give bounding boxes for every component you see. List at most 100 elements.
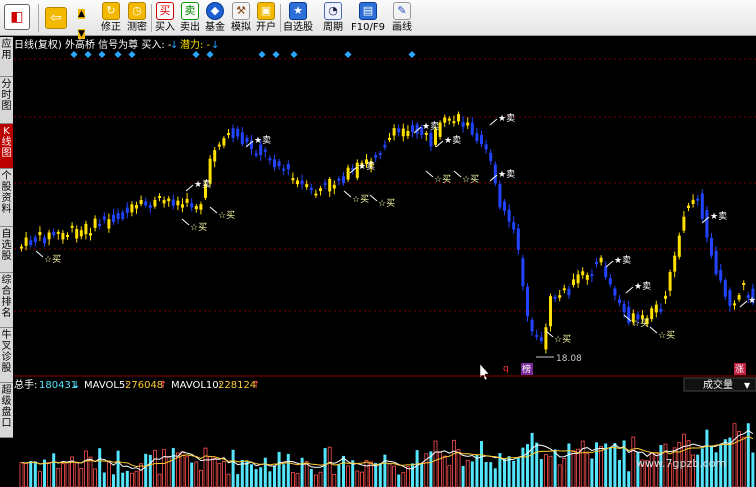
volume-bar: [130, 472, 134, 487]
candle-body: [153, 200, 157, 207]
signal-diamond: [98, 50, 106, 59]
mouse-cursor-icon: [479, 363, 490, 381]
volume-bar: [503, 458, 506, 487]
volume-bar: [217, 462, 222, 487]
maichu-button[interactable]: 卖 卖出: [178, 1, 202, 35]
candle-body: [185, 198, 189, 203]
candle-body: [75, 229, 79, 239]
kline-chart[interactable]: 日线(复权) 外高桥 信号为尊 买入: - ↓ 潜力: - ↓ ☆买☆买☆买☆买…: [14, 37, 756, 487]
arrow-up-icon[interactable]: ▲: [78, 9, 85, 19]
app-logo-button[interactable]: ◧: [2, 1, 32, 35]
volume-bar: [484, 461, 488, 487]
side-tab-gegu-ziliao[interactable]: 个股资料: [0, 169, 13, 227]
candle-body: [319, 188, 322, 192]
volume-bar: [263, 457, 267, 487]
candle-body: [167, 198, 171, 202]
volume-bar: [562, 458, 567, 487]
cemi-button[interactable]: ◷ 测密: [125, 1, 149, 35]
side-tab-niucha-zhengu[interactable]: 牛叉诊股: [0, 328, 13, 383]
candle-body: [604, 266, 608, 278]
volume-bar: [507, 456, 511, 487]
sell-icon: 卖: [181, 2, 199, 20]
kaihu-button[interactable]: ▣ 开户: [254, 1, 278, 35]
volume-bar: [480, 441, 483, 487]
back-button[interactable]: ⇦: [44, 1, 68, 35]
refresh-icon: ↻: [102, 2, 120, 20]
candle-body: [378, 153, 382, 156]
volume-bar: [383, 454, 387, 487]
volume-bar: [56, 467, 61, 487]
jijin-button[interactable]: ◆ 基金: [203, 1, 227, 35]
sell-signal-label: ★卖: [194, 179, 211, 190]
candle-body: [194, 206, 198, 210]
candle-body: [125, 207, 129, 213]
candle-body: [498, 183, 502, 208]
volume-bar: [374, 462, 378, 487]
buy-signal-label: ☆买: [462, 174, 479, 185]
volume-bar: [74, 462, 79, 487]
volume-bar: [751, 452, 755, 487]
indicator-dropdown[interactable]: 成交量 ▼: [683, 377, 756, 392]
volume-bar: [231, 449, 235, 487]
side-tab-zonghe-paiming[interactable]: 综合排名: [0, 273, 13, 328]
volume-bar: [125, 470, 129, 487]
f10-button[interactable]: ▤ F10/F9: [351, 1, 385, 35]
candle-body: [516, 228, 520, 251]
side-tab-bar: 应用 分时图 K线图 个股资料 自选股 综合排名 牛叉诊股 超级盘口: [0, 37, 13, 487]
volume-bar: [535, 442, 539, 487]
candle-body: [213, 150, 217, 162]
volume-bar: [313, 474, 318, 487]
sell-signal-label: ★卖: [710, 211, 727, 222]
candle-body: [480, 135, 483, 145]
mairu-button[interactable]: 买 买入: [153, 1, 177, 35]
volume-bar: [33, 461, 37, 487]
sell-signal-arrow: [435, 140, 444, 148]
volume-bar: [553, 449, 557, 487]
volume-bar: [576, 448, 580, 487]
volume-bar: [19, 462, 24, 487]
side-tab-kxian[interactable]: K线图: [0, 124, 13, 169]
volume-bar: [451, 439, 456, 487]
volume-bar: [627, 471, 631, 487]
toolbar-separator: [280, 4, 281, 32]
candle-body: [493, 164, 497, 184]
buy-signal-label: ☆买: [378, 198, 395, 209]
volume-bar: [604, 443, 608, 487]
zhouqi-button[interactable]: ◔ 周期: [318, 1, 348, 35]
signal-diamond: [258, 50, 266, 59]
volume-bar: [548, 455, 553, 487]
candle-body: [245, 137, 249, 143]
volume-bar: [415, 450, 419, 487]
side-tab-yingyong[interactable]: 应用: [0, 37, 13, 77]
zixuangu-button[interactable]: ★ 自选股: [283, 1, 313, 35]
candle-body: [507, 209, 511, 222]
candle-body: [286, 164, 290, 170]
candle-body: [296, 180, 299, 185]
sell-signal-label: ★卖: [254, 135, 271, 146]
xiuzheng-button[interactable]: ↻ 修正: [98, 1, 124, 35]
candle-body: [650, 308, 654, 320]
volume-bar: [521, 447, 525, 487]
candle-body: [217, 144, 221, 147]
side-tab-fenshi[interactable]: 分时图: [0, 77, 13, 124]
moni-button[interactable]: ⚒ 模拟: [228, 1, 254, 35]
candle-body: [20, 246, 23, 249]
volume-bar: [273, 465, 276, 487]
side-tab-zixuangu[interactable]: 自选股: [0, 227, 13, 273]
candle-body: [668, 271, 672, 291]
candle-body: [484, 144, 488, 150]
volume-bar: [355, 470, 360, 487]
candle-body: [70, 225, 74, 228]
total-volume-label: 总手:: [14, 378, 37, 391]
candle-body: [553, 296, 557, 299]
clock-icon: ◷: [128, 2, 146, 20]
signal-diamond: [192, 50, 200, 59]
volume-bar: [134, 470, 139, 487]
candle-body: [263, 149, 267, 152]
candle-body: [742, 283, 746, 286]
huaxian-button[interactable]: ✎ 画线: [388, 1, 416, 35]
volume-bar: [65, 461, 70, 487]
volume-bar: [631, 436, 636, 487]
side-tab-chaoji-pankou[interactable]: 超级盘口: [0, 383, 13, 438]
volume-bar: [88, 456, 93, 487]
